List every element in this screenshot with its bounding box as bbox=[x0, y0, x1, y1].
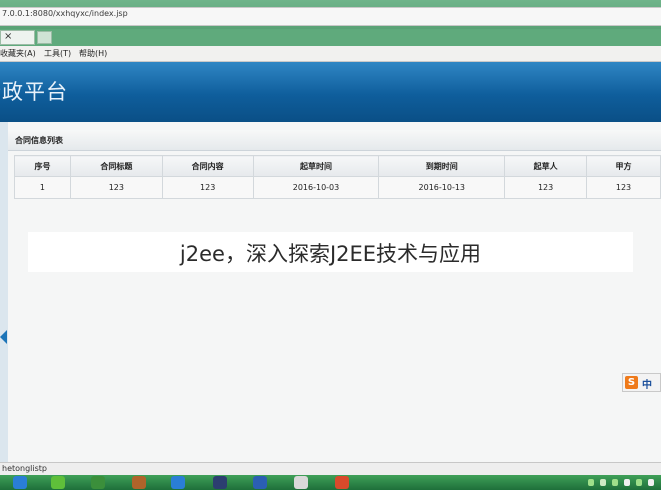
tray-icon[interactable] bbox=[600, 479, 606, 486]
address-url[interactable]: 7.0.0.1:8080/xxhqyxc/index.jsp bbox=[2, 9, 128, 18]
app-banner: 行政平台 bbox=[0, 62, 661, 122]
book-icon[interactable] bbox=[132, 476, 146, 489]
caption-overlay: j2ee，深入探索J2EE技术与应用 bbox=[28, 232, 633, 272]
ie-icon[interactable] bbox=[13, 476, 27, 489]
ime-mode-label[interactable]: 中 bbox=[642, 376, 652, 391]
tray-icon[interactable] bbox=[612, 479, 618, 486]
paw-icon[interactable] bbox=[91, 476, 105, 489]
new-tab-button[interactable] bbox=[37, 31, 52, 44]
column-header-draft-time[interactable]: 起草时间 bbox=[252, 155, 380, 177]
menu-favorites[interactable]: 收藏夹(A) bbox=[0, 48, 36, 59]
collapse-arrow-icon[interactable] bbox=[0, 330, 7, 344]
eclipse-icon[interactable] bbox=[213, 476, 227, 489]
panel-header: 合同信息列表 bbox=[8, 130, 661, 151]
column-header-expire-time[interactable]: 到期时间 bbox=[378, 155, 506, 177]
ime-toolbar[interactable]: S 中 bbox=[622, 373, 661, 392]
app-icon[interactable] bbox=[335, 476, 349, 489]
address-bar[interactable]: 7.0.0.1:8080/xxhqyxc/index.jsp bbox=[0, 7, 661, 26]
cell-index: 1 bbox=[14, 176, 71, 199]
menu-tools[interactable]: 工具(T) bbox=[44, 48, 71, 59]
menu-help[interactable]: 帮助(H) bbox=[79, 48, 107, 59]
table-row[interactable]: 1 123 123 2016-10-03 2016-10-13 123 123 bbox=[14, 176, 661, 199]
browser-tab[interactable]: × bbox=[0, 30, 35, 45]
status-bar: hetonglistp bbox=[0, 462, 661, 476]
tray-icon[interactable] bbox=[588, 479, 594, 486]
taskbar bbox=[0, 475, 661, 490]
cell-title: 123 bbox=[69, 176, 163, 199]
app-title: 行政平台 bbox=[0, 80, 68, 104]
panel-title: 合同信息列表 bbox=[15, 136, 63, 145]
column-header-index[interactable]: 序号 bbox=[14, 155, 71, 177]
status-text: hetonglistp bbox=[2, 464, 47, 473]
contract-table: 序号 合同标题 合同内容 起草时间 到期时间 起草人 甲方 1 123 123 … bbox=[14, 155, 661, 199]
close-icon[interactable]: × bbox=[4, 31, 12, 42]
column-header-title[interactable]: 合同标题 bbox=[69, 155, 163, 177]
sogou-logo-icon: S bbox=[625, 376, 638, 389]
cell-party-a: 123 bbox=[586, 176, 661, 199]
menu-bar: 收藏夹(A) 工具(T) 帮助(H) bbox=[0, 46, 661, 62]
tray-icon[interactable] bbox=[624, 479, 630, 486]
cell-drafter: 123 bbox=[504, 176, 588, 199]
caption-text: j2ee，深入探索J2EE技术与应用 bbox=[179, 242, 482, 266]
tray-icon[interactable] bbox=[636, 479, 642, 486]
ie-icon[interactable] bbox=[171, 476, 185, 489]
column-header-party-a[interactable]: 甲方 bbox=[586, 155, 661, 177]
column-header-content[interactable]: 合同内容 bbox=[161, 155, 254, 177]
column-header-drafter[interactable]: 起草人 bbox=[504, 155, 588, 177]
chrome-icon[interactable] bbox=[51, 476, 65, 489]
tab-bar: × bbox=[0, 29, 661, 46]
word-icon[interactable] bbox=[253, 476, 267, 489]
java-icon[interactable] bbox=[294, 476, 308, 489]
table-header-row: 序号 合同标题 合同内容 起草时间 到期时间 起草人 甲方 bbox=[14, 155, 661, 177]
browser-address-area: 7.0.0.1:8080/xxhqyxc/index.jsp bbox=[0, 0, 661, 29]
content-panel: 合同信息列表 序号 合同标题 合同内容 起草时间 到期时间 起草人 甲方 1 1… bbox=[8, 122, 661, 462]
tray-icon[interactable] bbox=[648, 479, 654, 486]
cell-draft-time: 2016-10-03 bbox=[252, 176, 380, 199]
cell-expire-time: 2016-10-13 bbox=[378, 176, 506, 199]
cell-content: 123 bbox=[161, 176, 254, 199]
